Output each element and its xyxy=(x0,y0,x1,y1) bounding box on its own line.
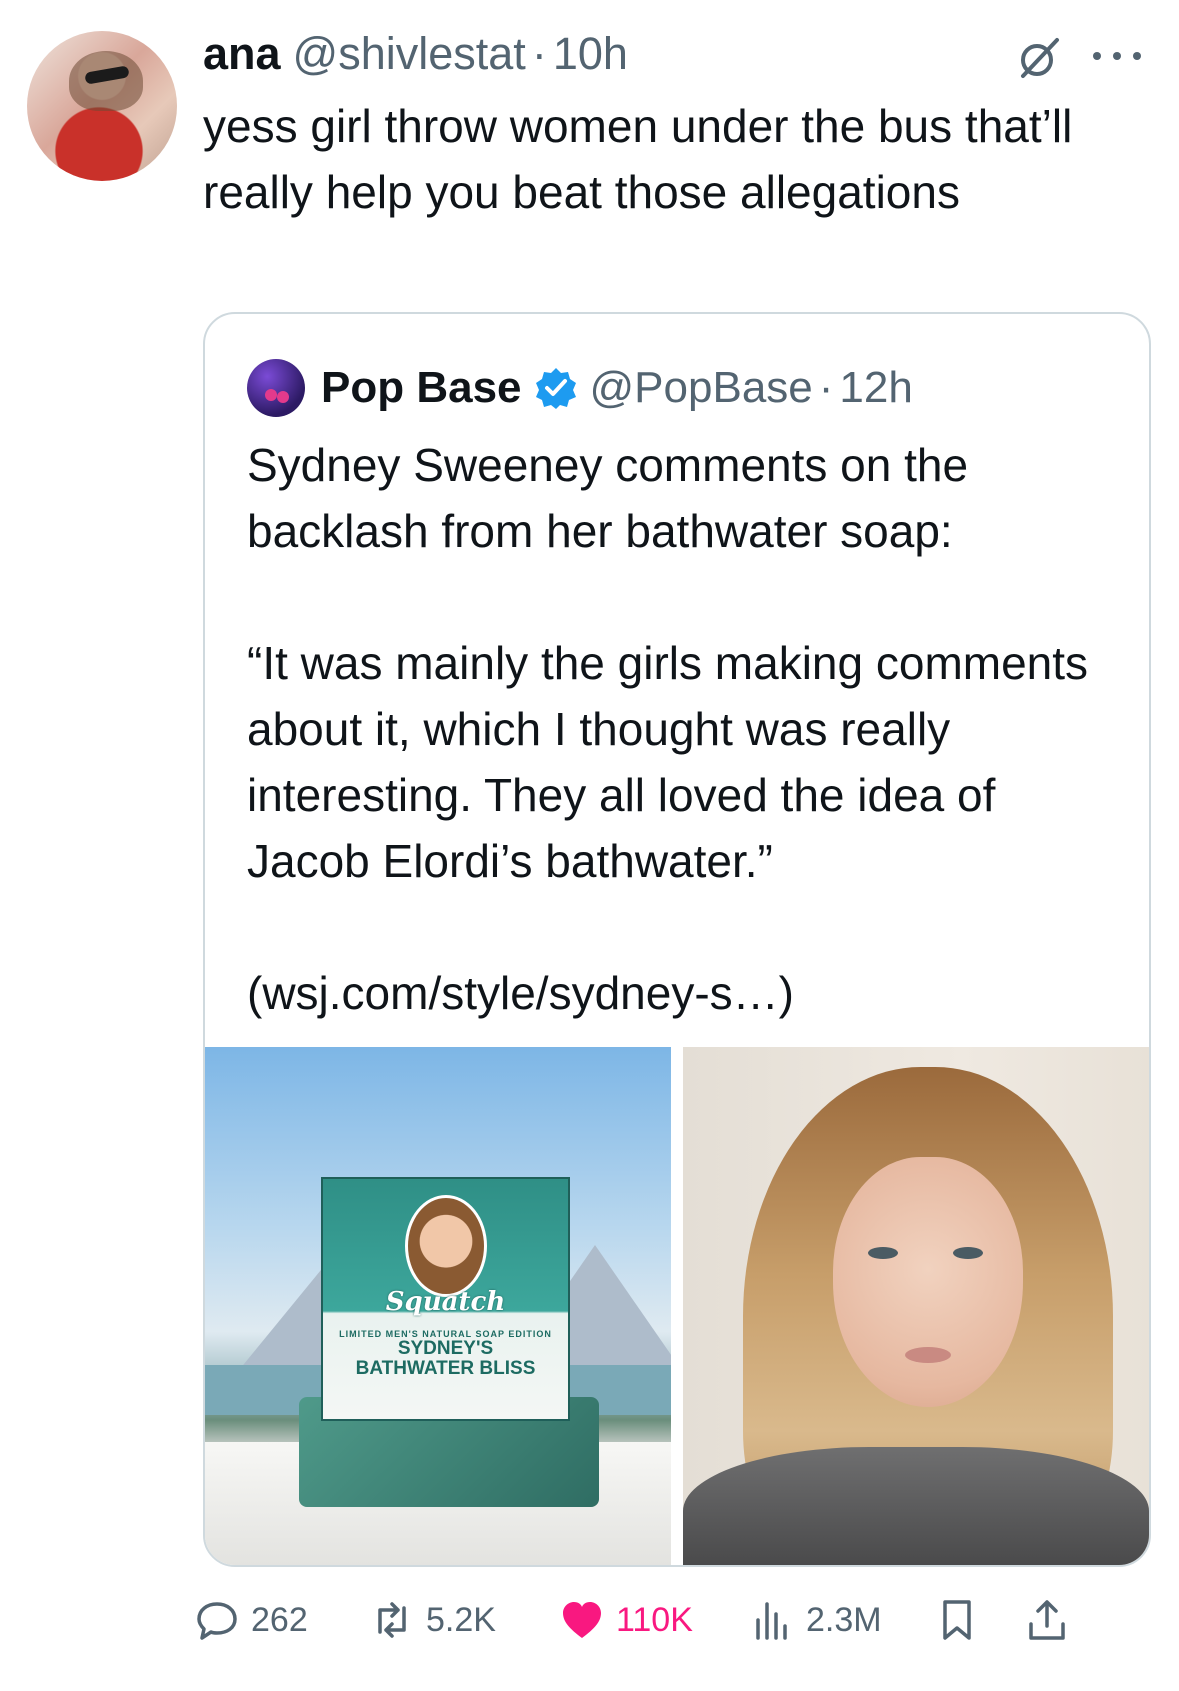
portrait-lips xyxy=(905,1347,951,1363)
like-icon xyxy=(563,1602,601,1638)
repost-icon xyxy=(378,1602,406,1638)
quoted-tweet-header: Pop Base @PopBase · 12h xyxy=(247,358,913,418)
soap-name-line2: BATHWATER BLISS xyxy=(355,1358,536,1379)
brand-logo: Squatch xyxy=(385,1287,506,1317)
share-button[interactable] xyxy=(1025,1588,1081,1652)
like-count: 110K xyxy=(616,1600,693,1639)
author-name[interactable]: ana xyxy=(203,28,281,80)
soap-name-line1: SYDNEY'S xyxy=(397,1338,494,1359)
bookmark-icon xyxy=(943,1600,971,1640)
repost-button[interactable]: 5.2K xyxy=(370,1588,496,1652)
soap-box: Squatch LIMITED MEN'S NATURAL SOAP EDITI… xyxy=(321,1177,570,1421)
reply-icon xyxy=(197,1602,237,1640)
separator-dot: · xyxy=(818,363,834,412)
share-icon xyxy=(1029,1600,1065,1640)
quoted-author-name[interactable]: Pop Base xyxy=(321,363,522,413)
author-handle[interactable]: @shivlestat xyxy=(293,28,526,80)
portrait-eye xyxy=(868,1247,898,1259)
action-bar: 262 5.2K 110K 2.3M xyxy=(195,1588,1125,1652)
soap-label: LIMITED MEN'S NATURAL SOAP EDITION SYDNE… xyxy=(329,1329,562,1379)
quoted-tweet-time[interactable]: 12h xyxy=(839,363,912,413)
tweet-header: ana @shivlestat · 10h xyxy=(203,28,628,84)
quoted-media-grid: Squatch LIMITED MEN'S NATURAL SOAP EDITI… xyxy=(205,1047,1149,1565)
reply-button[interactable]: 262 xyxy=(195,1588,308,1652)
tweet-text: yess girl throw women under the bus that… xyxy=(203,100,1073,218)
portrait-eye xyxy=(953,1247,983,1259)
views-count: 2.3M xyxy=(806,1600,882,1639)
quoted-author-avatar[interactable] xyxy=(247,359,305,417)
verified-badge-icon xyxy=(535,368,576,409)
portrait-photo[interactable] xyxy=(683,1047,1149,1565)
separator-dot: · xyxy=(531,28,547,79)
portrait-face xyxy=(833,1157,1023,1407)
bookmark-button[interactable] xyxy=(935,1588,991,1652)
author-avatar[interactable] xyxy=(27,31,177,181)
like-button[interactable]: 110K xyxy=(560,1588,693,1652)
reply-count: 262 xyxy=(251,1600,308,1639)
portrait-shoulders xyxy=(683,1447,1149,1565)
quoted-tweet-text: Sydney Sweeney comments on the backlash … xyxy=(247,439,1089,1019)
views-button[interactable]: 2.3M xyxy=(750,1588,882,1652)
views-icon xyxy=(756,1602,787,1640)
tweet-time[interactable]: 10h xyxy=(553,28,628,80)
soap-product-image[interactable]: Squatch LIMITED MEN'S NATURAL SOAP EDITI… xyxy=(205,1047,671,1565)
quoted-tweet[interactable]: Pop Base @PopBase · 12h Sydney Sweeney c… xyxy=(203,312,1151,1567)
repost-count: 5.2K xyxy=(426,1600,496,1639)
portrait-illustration xyxy=(405,1195,487,1297)
cherry-icon xyxy=(265,389,277,401)
grok-icon[interactable] xyxy=(1015,34,1063,82)
cherry-icon xyxy=(277,391,289,403)
more-icon[interactable] xyxy=(1085,36,1149,76)
quoted-author-handle[interactable]: @PopBase xyxy=(590,363,813,413)
